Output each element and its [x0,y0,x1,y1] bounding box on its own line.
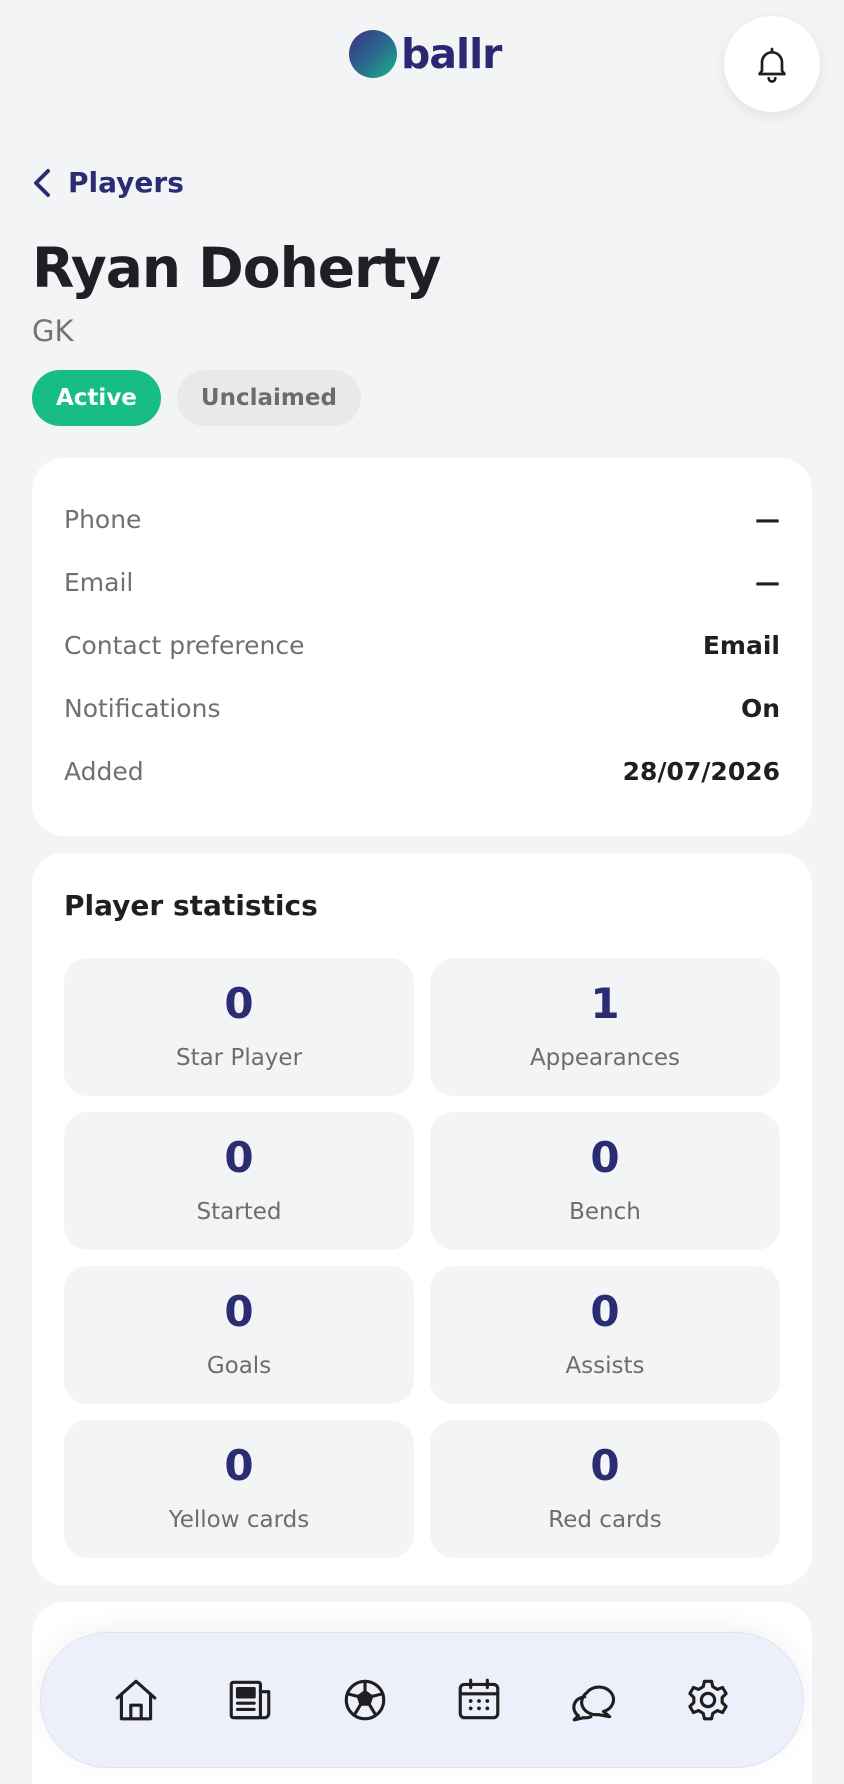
info-label: Added [64,757,144,786]
stat-label: Star Player [175,1045,303,1071]
chat-icon [572,1685,616,1722]
info-value: On [740,694,780,723]
status-badges: Active Unclaimed [32,370,361,426]
status-badge-active: Active [32,370,161,426]
logo-text: ballr [401,30,502,78]
player-name: Ryan Doherty [32,236,441,300]
news-icon [230,1680,271,1720]
back-to-players-link[interactable]: Players [32,166,184,199]
info-row-contact-preference: Contact preference Email [64,614,780,677]
ballr-logo: ballr [349,30,502,78]
stat-tile-star-player: 0 Star Player [64,958,414,1096]
chevron-left-icon [34,168,50,197]
player-detail-screen: ballr Players Ryan Doherty GK Active Unc… [0,0,844,1784]
stat-tile-yellow-cards: 0 Yellow cards [64,1420,414,1558]
info-row-notifications: Notifications On [64,677,780,740]
stat-value: 0 [224,1133,254,1182]
stat-value: 0 [224,1441,254,1490]
stat-value: 0 [224,1287,254,1336]
stat-value: 0 [590,1441,620,1490]
stat-tile-appearances: 1 Appearances [430,958,780,1096]
nav-home[interactable] [100,1664,172,1736]
info-row-email: Email — [64,551,780,614]
settings-icon [688,1679,728,1721]
logo-mark-icon [349,30,397,78]
stats-grid: 0 Star Player 1 Appearances 0 Started 0 … [64,958,780,1558]
stat-value: 1 [590,979,620,1028]
stat-label: Started [196,1199,282,1225]
nav-chat[interactable] [557,1664,629,1736]
player-position: GK [32,314,74,348]
football-icon [344,1679,386,1721]
stat-label: Assists [565,1353,645,1379]
status-badge-unclaimed: Unclaimed [176,370,361,426]
info-value: — [755,505,780,534]
nav-calendar[interactable] [443,1664,515,1736]
nav-settings[interactable] [672,1664,744,1736]
nav-news[interactable] [214,1664,286,1736]
bell-icon [758,47,786,83]
bottom-nav-bar [40,1632,804,1768]
stat-value: 0 [590,1133,620,1182]
stat-tile-bench: 0 Bench [430,1112,780,1250]
home-icon [115,1679,157,1721]
stat-label: Appearances [529,1045,681,1071]
notifications-button[interactable] [724,16,820,112]
info-label: Contact preference [64,631,305,660]
info-label: Notifications [64,694,221,723]
info-label: Phone [64,505,142,534]
info-value: — [755,568,780,597]
app-header: ballr [0,0,844,120]
info-row-added: Added 28/07/2026 [64,740,780,803]
stats-title: Player statistics [64,889,318,922]
stat-tile-assists: 0 Assists [430,1266,780,1404]
stat-tile-started: 0 Started [64,1112,414,1250]
stat-value: 0 [224,979,254,1028]
stat-label: Bench [569,1199,641,1225]
stat-label: Yellow cards [168,1507,310,1533]
stat-value: 0 [590,1287,620,1336]
info-value: Email [702,631,780,660]
stat-tile-red-cards: 0 Red cards [430,1420,780,1558]
stat-label: Red cards [548,1507,662,1533]
stat-tile-goals: 0 Goals [64,1266,414,1404]
calendar-icon [458,1678,500,1720]
player-statistics-card: Player statistics 0 Star Player 1 Appear… [32,853,812,1585]
contact-info-card: Phone — Email — Contact preference Email… [32,458,812,836]
info-value: 28/07/2026 [622,757,780,786]
stat-label: Goals [206,1353,272,1379]
info-row-phone: Phone — [64,488,780,551]
nav-matches[interactable] [329,1664,401,1736]
back-link-label: Players [68,166,184,199]
info-label: Email [64,568,134,597]
